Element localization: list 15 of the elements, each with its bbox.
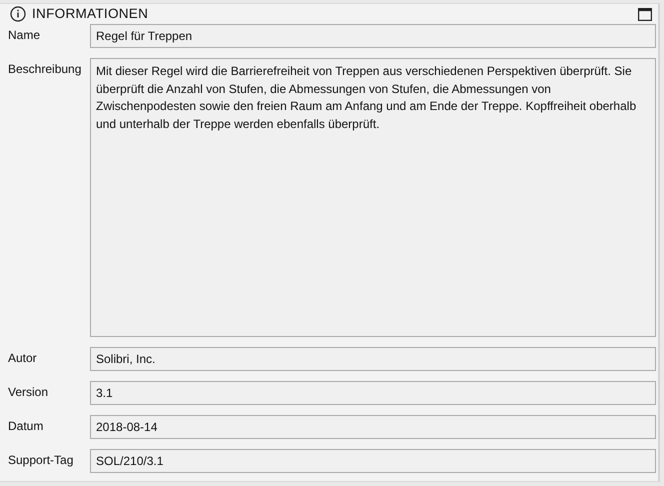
field-label: Support-Tag [8,452,74,470]
field-label: Autor [8,350,38,368]
field-label: Beschreibung [8,61,82,78]
text-field[interactable]: 2018-08-14 [90,415,656,440]
maximize-icon[interactable] [638,8,652,21]
text-field[interactable]: SOL/210/3.1 [90,449,656,474]
field-label: Name [8,27,42,44]
text-field[interactable]: 3.1 [90,381,656,406]
field-label: Version [8,384,50,402]
panel-title: INFORMATIONEN [32,5,148,23]
description-field[interactable]: Mit dieser Regel wird die Barrierefreiheit von Treppen aus verschiedenen Perspektiven überprüft. Sie überprüft die Anzahl von Stufen, die Abmessungen von Stufen, die Abmessungen von Zwischenpodesten sowie den freien Raum am Anfang und am Ende der Treppe. Kopffreiheit oberhalb und unterhalb der Treppe werden ebenfalls überprüft. [90,58,656,338]
info-icon [10,6,26,22]
text-field[interactable]: Solibri, Inc. [90,347,656,372]
field-label: Datum [8,418,44,436]
text-field[interactable]: Regel für Treppen [90,24,656,48]
